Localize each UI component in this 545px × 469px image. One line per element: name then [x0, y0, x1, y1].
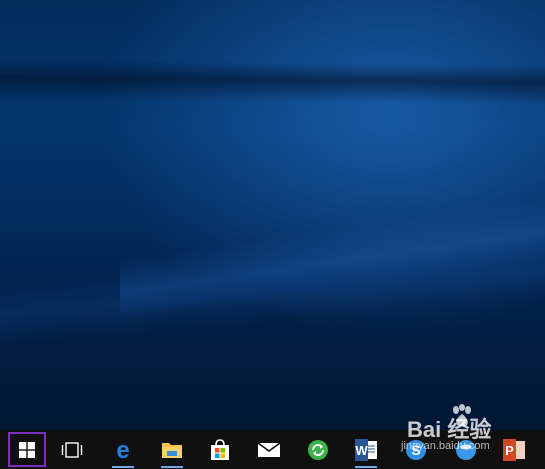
windows-logo-icon: [19, 441, 35, 458]
start-button[interactable]: [8, 432, 46, 467]
taskbar: e W S P: [0, 430, 545, 469]
refresh-app-icon: [308, 439, 328, 460]
word-icon: W: [355, 438, 377, 461]
running-indicator: [112, 466, 134, 468]
running-indicator: [161, 466, 183, 468]
store-icon: [211, 438, 229, 460]
mail-icon: [257, 441, 281, 457]
store-button[interactable]: [200, 430, 240, 469]
powerpoint-icon: P: [503, 438, 525, 461]
running-indicator: [355, 466, 377, 468]
task-view-icon: [61, 441, 83, 458]
update-app-button[interactable]: [298, 430, 338, 469]
powerpoint-button[interactable]: P: [494, 430, 534, 469]
file-explorer-button[interactable]: [152, 430, 192, 469]
desktop-wallpaper[interactable]: [0, 0, 545, 430]
svg-text:e: e: [116, 439, 129, 461]
svg-text:W: W: [355, 443, 368, 458]
task-view-button[interactable]: [52, 430, 92, 469]
wallpaper-shadow-band: [0, 58, 545, 106]
edge-button[interactable]: e: [103, 430, 143, 469]
file-explorer-icon: [162, 442, 182, 458]
sogou-button[interactable]: S: [396, 430, 436, 469]
edge-icon: e: [116, 439, 129, 461]
svg-text:S: S: [411, 442, 420, 458]
sogou-browser-button[interactable]: [446, 430, 486, 469]
word-button[interactable]: W: [346, 430, 386, 469]
sogou-browser-icon: [456, 439, 476, 460]
svg-text:P: P: [505, 443, 514, 458]
mail-button[interactable]: [249, 430, 289, 469]
sogou-icon: S: [406, 439, 426, 460]
